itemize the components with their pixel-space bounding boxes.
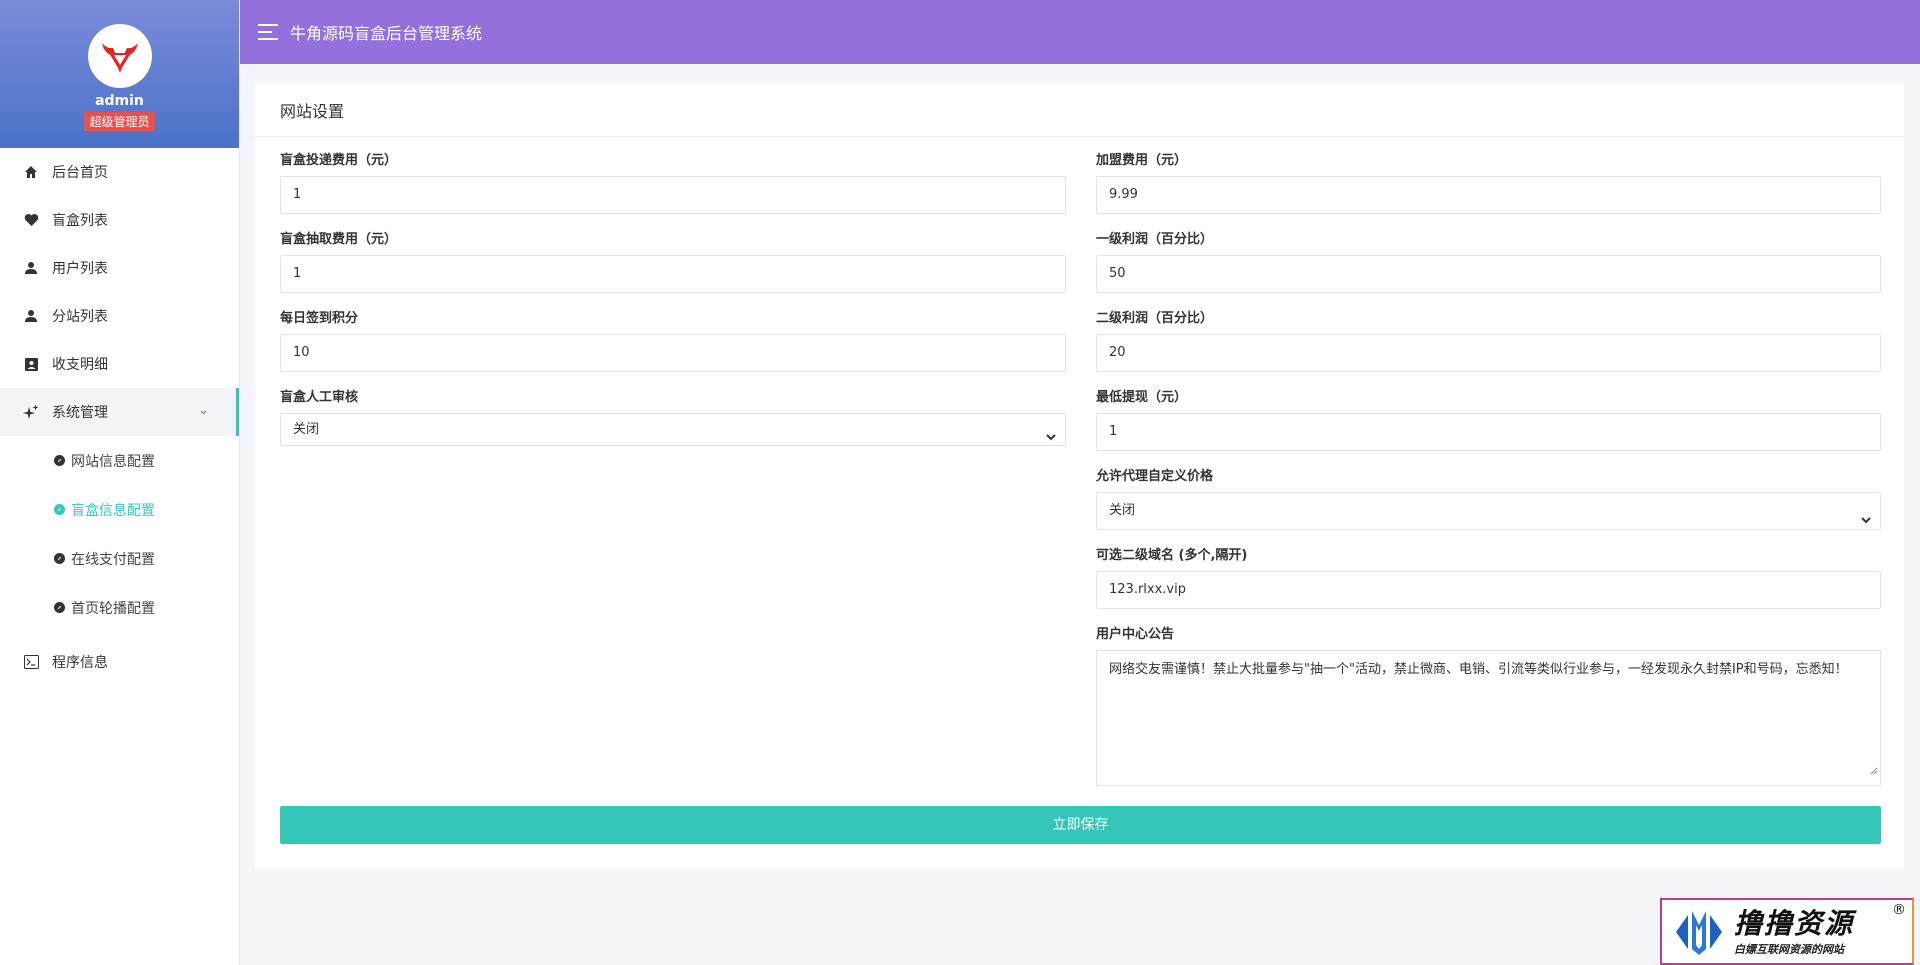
select-value: 关闭: [1109, 503, 1136, 518]
select-value: 关闭: [293, 422, 320, 437]
sidebar-subitem-label: 盲盒信息配置: [71, 502, 155, 519]
sidebar-item-substation-list[interactable]: 分站列表: [0, 292, 239, 340]
resize-handle-icon[interactable]: [1869, 761, 1878, 783]
terminal-icon: [22, 653, 40, 671]
min-withdraw-field: 最低提现（元） 1: [1096, 390, 1881, 453]
profile-panel: admin 超级管理员: [0, 0, 239, 148]
sidebar-item-label: 分站列表: [52, 309, 108, 325]
compass-icon: [54, 455, 65, 466]
field-label: 加盟费用（元）: [1096, 153, 1188, 168]
field-label: 最低提现（元）: [1096, 390, 1188, 405]
sidebar-item-label: 收支明细: [52, 357, 108, 373]
level1-profit-field: 一级利润（百分比） 50: [1096, 232, 1881, 295]
settings-card: 网站设置 盲盒投递费用（元） 1 盲盒抽取费用（元） 1 每日签到积分 10 盲…: [255, 83, 1904, 868]
sidebar-subitem-label: 首页轮播配置: [71, 600, 155, 617]
sidebar-item-label: 系统管理: [52, 405, 108, 421]
form-column-right: 加盟费用（元） 9.99 一级利润（百分比） 50 二级利润（百分比） 20 最…: [1096, 153, 1881, 802]
sidebar-item-user-list[interactable]: 用户列表: [0, 244, 239, 292]
field-label: 盲盒人工审核: [280, 390, 359, 405]
admin-name: admin: [95, 93, 144, 109]
level2-profit-input[interactable]: 20: [1096, 334, 1881, 372]
level2-profit-field: 二级利润（百分比） 20: [1096, 311, 1881, 374]
user-icon: [22, 307, 40, 325]
sidebar-nav: 后台首页 盲盒列表 用户列表 分站列表 收支明细 系统管理 网站信息配置 盲盒信…: [0, 148, 239, 686]
role-badge: 超级管理员: [84, 112, 155, 131]
sidebar-subitem-website-config[interactable]: 网站信息配置: [0, 436, 239, 485]
sidebar-subitem-label: 网站信息配置: [71, 453, 155, 470]
sidebar-item-label: 程序信息: [52, 655, 108, 671]
chevron-down-icon: [1045, 424, 1057, 455]
field-label: 允许代理自定义价格: [1096, 469, 1214, 484]
manual-review-select[interactable]: 关闭: [280, 413, 1066, 446]
notice-textarea[interactable]: 网络交友需谨慎！禁止大批量参与"抽一个"活动，禁止微商、电销、引流等类似行业参与…: [1096, 650, 1881, 786]
save-button[interactable]: 立即保存: [280, 806, 1881, 844]
watermark-subtitle: 白嫖互联网资源的网站: [1734, 942, 1844, 956]
notice-field: 用户中心公告 网络交友需谨慎！禁止大批量参与"抽一个"活动，禁止微商、电销、引流…: [1096, 627, 1881, 786]
agent-custom-price-field: 允许代理自定义价格 关闭: [1096, 469, 1881, 532]
chevron-down-icon: [1860, 505, 1872, 541]
sidebar-item-system-management[interactable]: 系统管理: [0, 388, 239, 436]
compass-icon: [54, 602, 65, 613]
sidebar-item-label: 用户列表: [52, 261, 108, 277]
bull-logo-icon: [93, 30, 146, 82]
sidebar-subitem-blindbox-config[interactable]: 盲盒信息配置: [0, 485, 239, 534]
draw-fee-input[interactable]: 1: [280, 255, 1066, 293]
registered-mark: ®: [1892, 902, 1906, 918]
compass-icon: [54, 504, 65, 515]
draw-fee-field: 盲盒抽取费用（元） 1: [280, 232, 1066, 295]
form-column-left: 盲盒投递费用（元） 1 盲盒抽取费用（元） 1 每日签到积分 10 盲盒人工审核…: [280, 153, 1066, 464]
agent-custom-price-select[interactable]: 关闭: [1096, 492, 1881, 530]
field-label: 用户中心公告: [1096, 627, 1175, 642]
sidebar-item-label: 后台首页: [52, 165, 108, 181]
notice-text: 网络交友需谨慎！禁止大批量参与"抽一个"活动，禁止微商、电销、引流等类似行业参与…: [1109, 662, 1848, 677]
app-title: 牛角源码盲盒后台管理系统: [290, 24, 483, 43]
menu-toggle-icon[interactable]: [258, 24, 278, 40]
field-label: 每日签到积分: [280, 311, 359, 326]
watermark-title: 撸撸资源: [1734, 906, 1855, 940]
manual-review-field: 盲盒人工审核 关闭: [280, 390, 1066, 448]
min-withdraw-input[interactable]: 1: [1096, 413, 1881, 451]
field-label: 盲盒投递费用（元）: [280, 153, 398, 168]
watermark-logo: 撸撸资源 白嫖互联网资源的网站 ®: [1660, 898, 1914, 965]
delivery-fee-input[interactable]: 1: [280, 176, 1066, 214]
field-label: 盲盒抽取费用（元）: [280, 232, 398, 247]
sidebar-item-blindbox-list[interactable]: 盲盒列表: [0, 196, 239, 244]
sidebar-subitem-carousel-config[interactable]: 首页轮播配置: [0, 583, 239, 632]
sidebar: admin 超级管理员 后台首页 盲盒列表 用户列表 分站列表 收支明细 系统管…: [0, 0, 240, 965]
checkin-points-field: 每日签到积分 10: [280, 311, 1066, 374]
contact-card-icon: [22, 355, 40, 373]
sidebar-item-label: 盲盒列表: [52, 213, 108, 229]
checkin-points-input[interactable]: 10: [280, 334, 1066, 372]
user-icon: [22, 259, 40, 277]
subdomains-input[interactable]: 123.rlxx.vip: [1096, 571, 1881, 609]
sidebar-subitem-label: 在线支付配置: [71, 551, 155, 568]
join-fee-input[interactable]: 9.99: [1096, 176, 1881, 214]
card-title: 网站设置: [255, 83, 1904, 137]
level1-profit-input[interactable]: 50: [1096, 255, 1881, 293]
sidebar-item-home[interactable]: 后台首页: [0, 148, 239, 196]
delivery-fee-field: 盲盒投递费用（元） 1: [280, 153, 1066, 216]
field-label: 可选二级域名 (多个,隔开): [1096, 548, 1248, 563]
compass-icon: [54, 553, 65, 564]
home-icon: [22, 163, 40, 181]
heart-icon: [22, 211, 40, 229]
topbar: 牛角源码盲盒后台管理系统: [240, 0, 1920, 64]
chevron-down-icon: [199, 405, 208, 421]
sidebar-item-income-expense[interactable]: 收支明细: [0, 340, 239, 388]
avatar[interactable]: [87, 24, 152, 88]
sidebar-item-program-info[interactable]: 程序信息: [0, 638, 239, 686]
field-label: 二级利润（百分比）: [1096, 311, 1214, 326]
field-label: 一级利润（百分比）: [1096, 232, 1214, 247]
sparkle-icon: [22, 403, 40, 421]
sidebar-subitem-payment-config[interactable]: 在线支付配置: [0, 534, 239, 583]
join-fee-field: 加盟费用（元） 9.99: [1096, 153, 1881, 216]
watermark-emblem-icon: [1676, 910, 1722, 955]
subdomains-field: 可选二级域名 (多个,隔开) 123.rlxx.vip: [1096, 548, 1881, 611]
